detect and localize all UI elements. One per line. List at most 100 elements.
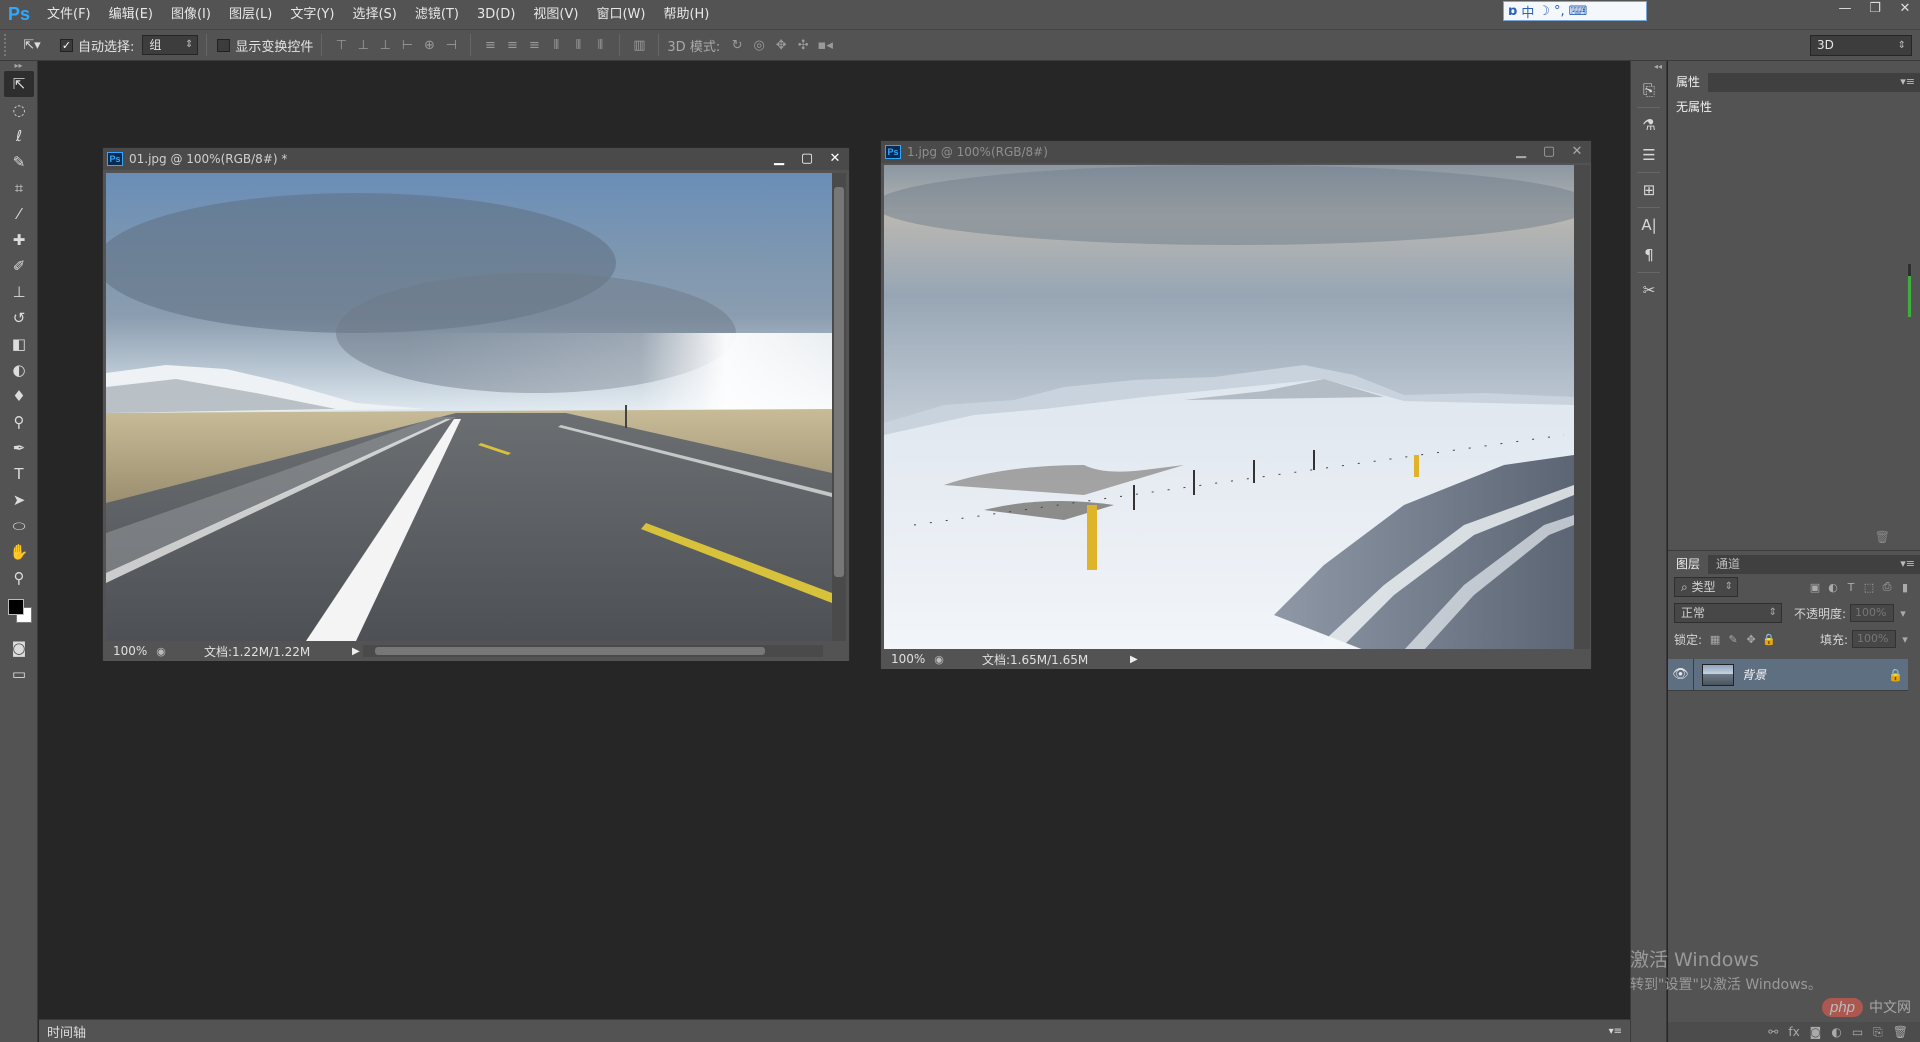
adjustment-layer-icon[interactable]: ◐ xyxy=(1831,1025,1841,1039)
horizontal-scroll-thumb[interactable] xyxy=(375,647,765,655)
workspace-dropdown[interactable]: 3D xyxy=(1810,35,1912,56)
quick-select-tool-icon[interactable]: ✎ xyxy=(4,149,34,175)
distribute-left-icon[interactable]: ⦀ xyxy=(545,34,567,56)
document-title-bar[interactable]: Ps 01.jpg @ 100%(RGB/8#) * ▁ ▢ ✕ xyxy=(103,148,849,170)
pen-tool-icon[interactable]: ✒ xyxy=(4,435,34,461)
ime-toolbar[interactable]: ɒ 中 ☽ °, ⌨ xyxy=(1503,1,1647,21)
distribute-top-icon[interactable]: ≡ xyxy=(479,34,501,56)
doc-close-icon[interactable]: ✕ xyxy=(1563,141,1591,163)
distribute-bottom-icon[interactable]: ≡ xyxy=(523,34,545,56)
horizontal-scrollbar[interactable] xyxy=(363,645,823,657)
panel-menu-icon[interactable]: ▾≡ xyxy=(1900,557,1915,570)
doc-maximize-icon[interactable]: ▢ xyxy=(793,148,821,170)
filter-smart-object-icon[interactable]: ⎙ xyxy=(1878,580,1896,594)
visibility-eye-icon[interactable]: 👁 xyxy=(1668,658,1694,691)
3d-rotate-icon[interactable]: ↻ xyxy=(726,34,748,56)
align-vcenter-icon[interactable]: ⊥ xyxy=(352,34,374,56)
dodge-tool-icon[interactable]: ⚲ xyxy=(4,409,34,435)
trash-icon[interactable]: 🗑 xyxy=(1875,530,1890,544)
tool-presets-icon[interactable]: ✂ xyxy=(1636,277,1662,303)
quick-mask-icon[interactable]: ◙ xyxy=(4,635,34,661)
brush-settings-icon[interactable]: ☰ xyxy=(1636,142,1662,168)
tab-layers[interactable]: 图层 xyxy=(1668,555,1709,574)
vertical-scrollbar[interactable] xyxy=(1574,165,1590,650)
path-select-tool-icon[interactable]: ➤ xyxy=(4,487,34,513)
menu-image[interactable]: 图像(I) xyxy=(162,0,220,29)
ime-chinese-mode[interactable]: 中 xyxy=(1521,2,1534,21)
marquee-tool-icon[interactable]: ◌ xyxy=(4,97,34,123)
align-bottom-icon[interactable]: ⊥ xyxy=(374,34,396,56)
distribute-right-icon[interactable]: ⦀ xyxy=(589,34,611,56)
timeline-panel-tab[interactable]: 时间轴 ▾≡ xyxy=(39,1019,1630,1042)
lasso-tool-icon[interactable]: ℓ xyxy=(4,123,34,149)
3d-scale-icon[interactable]: ▪◂ xyxy=(814,34,836,56)
menu-help[interactable]: 帮助(H) xyxy=(654,0,718,29)
timeline-menu-icon[interactable]: ▾≡ xyxy=(1609,1026,1622,1037)
restore-button[interactable]: ❐ xyxy=(1860,0,1890,20)
filter-shape-icon[interactable]: ⬚ xyxy=(1860,581,1878,594)
distribute-hcenter-icon[interactable]: ⦀ xyxy=(567,34,589,56)
history-brush-tool-icon[interactable]: ↺ xyxy=(4,305,34,331)
align-top-icon[interactable]: ⊤ xyxy=(330,34,352,56)
opacity-input[interactable]: 100% xyxy=(1850,604,1895,622)
doc-minimize-icon[interactable]: ▁ xyxy=(765,148,793,170)
vertical-scrollbar[interactable] xyxy=(832,173,846,641)
fill-dropdown-icon[interactable]: ▾ xyxy=(1896,633,1914,646)
foreground-color[interactable] xyxy=(8,599,24,615)
filter-toggle-icon[interactable]: ▮ xyxy=(1896,581,1914,594)
fill-input[interactable]: 100% xyxy=(1852,630,1896,648)
auto-align-icon[interactable]: ▥ xyxy=(628,34,650,56)
menu-file[interactable]: 文件(F) xyxy=(38,0,100,29)
move-tool-icon[interactable]: ⇱ xyxy=(4,71,34,97)
minimize-button[interactable]: — xyxy=(1830,0,1860,20)
eyedropper-tool-icon[interactable]: ⁄ xyxy=(4,201,34,227)
menu-window[interactable]: 窗口(W) xyxy=(587,0,654,29)
tab-properties[interactable]: 属性 xyxy=(1668,73,1709,92)
layer-filter-dropdown[interactable]: ⌕ 类型 xyxy=(1674,577,1738,597)
history-panel-icon[interactable]: ⎘ xyxy=(1636,77,1662,103)
paragraph-panel-icon[interactable]: ¶ xyxy=(1636,242,1662,268)
document-window-01[interactable]: Ps 01.jpg @ 100%(RGB/8#) * ▁ ▢ ✕ 100% ◉ … xyxy=(102,147,850,661)
menu-filter[interactable]: 滤镜(T) xyxy=(406,0,468,29)
zoom-level[interactable]: 100% xyxy=(103,644,153,658)
new-group-icon[interactable]: ▭ xyxy=(1852,1025,1863,1039)
panel-menu-icon[interactable]: ▾≡ xyxy=(1900,75,1915,88)
layer-name[interactable]: 背景 xyxy=(1742,666,1888,683)
menu-view[interactable]: 视图(V) xyxy=(524,0,587,29)
show-transform-checkbox[interactable] xyxy=(217,38,231,52)
doc-minimize-icon[interactable]: ▁ xyxy=(1507,141,1535,163)
new-layer-icon[interactable]: ⎘ xyxy=(1873,1025,1883,1040)
healing-brush-tool-icon[interactable]: ✚ xyxy=(4,227,34,253)
status-info-icon[interactable]: ◉ xyxy=(931,653,947,666)
collapse-strip-icon[interactable]: ◂◂ xyxy=(1631,61,1666,73)
hand-tool-icon[interactable]: ✋ xyxy=(4,539,34,565)
paint-bucket-tool-icon[interactable]: ◐ xyxy=(4,357,34,383)
brush-presets-icon[interactable]: ⚗ xyxy=(1636,112,1662,138)
add-mask-icon[interactable]: ◙ xyxy=(1810,1025,1822,1039)
delete-layer-icon[interactable]: 🗑 xyxy=(1893,1025,1908,1039)
3d-pan-icon[interactable]: ✥ xyxy=(770,34,792,56)
distribute-vcenter-icon[interactable]: ≡ xyxy=(501,34,523,56)
type-tool-icon[interactable]: T xyxy=(4,461,34,487)
blend-mode-dropdown[interactable]: 正常 xyxy=(1674,603,1782,623)
status-menu-arrow-icon[interactable]: ▶ xyxy=(352,646,360,657)
menu-3d[interactable]: 3D(D) xyxy=(468,0,524,29)
auto-select-dropdown[interactable]: 组 xyxy=(142,35,199,55)
eraser-tool-icon[interactable]: ◧ xyxy=(4,331,34,357)
ps-logo[interactable]: Ps xyxy=(0,0,38,29)
crop-tool-icon[interactable]: ⌗ xyxy=(4,175,34,201)
document-canvas[interactable] xyxy=(884,165,1574,650)
lock-position-icon[interactable]: ✥ xyxy=(1742,633,1760,646)
options-grip[interactable] xyxy=(4,34,12,56)
layer-thumbnail[interactable] xyxy=(1702,663,1734,686)
character-panel-icon[interactable]: A| xyxy=(1636,212,1662,238)
lock-transparent-icon[interactable]: ▦ xyxy=(1706,633,1724,646)
close-button[interactable]: ✕ xyxy=(1890,0,1920,20)
menu-layer[interactable]: 图层(L) xyxy=(220,0,281,29)
3d-roll-icon[interactable]: ◎ xyxy=(748,34,770,56)
clone-stamp-tool-icon[interactable]: ⊥ xyxy=(4,279,34,305)
doc-maximize-icon[interactable]: ▢ xyxy=(1535,141,1563,163)
menu-edit[interactable]: 编辑(E) xyxy=(100,0,162,29)
document-title-bar[interactable]: Ps 1.jpg @ 100%(RGB/8#) ▁ ▢ ✕ xyxy=(881,141,1591,163)
blur-tool-icon[interactable]: ♦ xyxy=(4,383,34,409)
